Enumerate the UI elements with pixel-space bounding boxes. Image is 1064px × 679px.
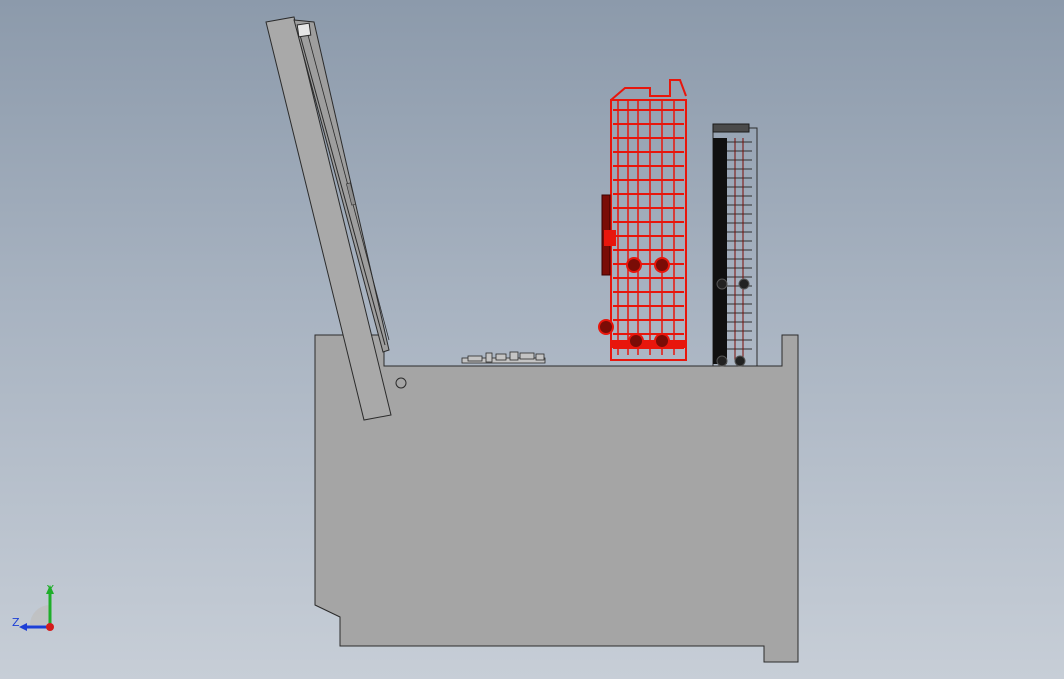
- red-rack-wheel: [654, 257, 670, 273]
- black-rack-wheel: [716, 278, 728, 290]
- red-rack-top: [610, 79, 687, 101]
- black-rack-column: [713, 138, 727, 364]
- red-rack-base: [610, 340, 686, 348]
- graphics-viewport[interactable]: Y Z: [0, 0, 1064, 679]
- top-fittings: [461, 351, 546, 364]
- tank-body[interactable]: [314, 334, 799, 663]
- black-rack-top: [712, 123, 750, 133]
- red-rack-wheel: [628, 333, 644, 349]
- black-rack-wheel: [738, 278, 750, 290]
- red-rack-wheel: [598, 319, 614, 335]
- red-rack-assembly[interactable]: [598, 79, 687, 361]
- black-rack-assembly[interactable]: [712, 123, 758, 367]
- red-rack-wheel: [626, 257, 642, 273]
- red-rack-bracket: [604, 230, 616, 246]
- black-rack-wheel: [734, 355, 746, 367]
- red-rack-wheel: [654, 333, 670, 349]
- coordinate-triad: Y Z: [12, 583, 54, 631]
- y-axis-label: Y: [46, 583, 54, 596]
- x-axis-icon: [46, 623, 54, 631]
- black-rack-wheel: [716, 355, 728, 367]
- z-axis-label: Z: [12, 616, 20, 629]
